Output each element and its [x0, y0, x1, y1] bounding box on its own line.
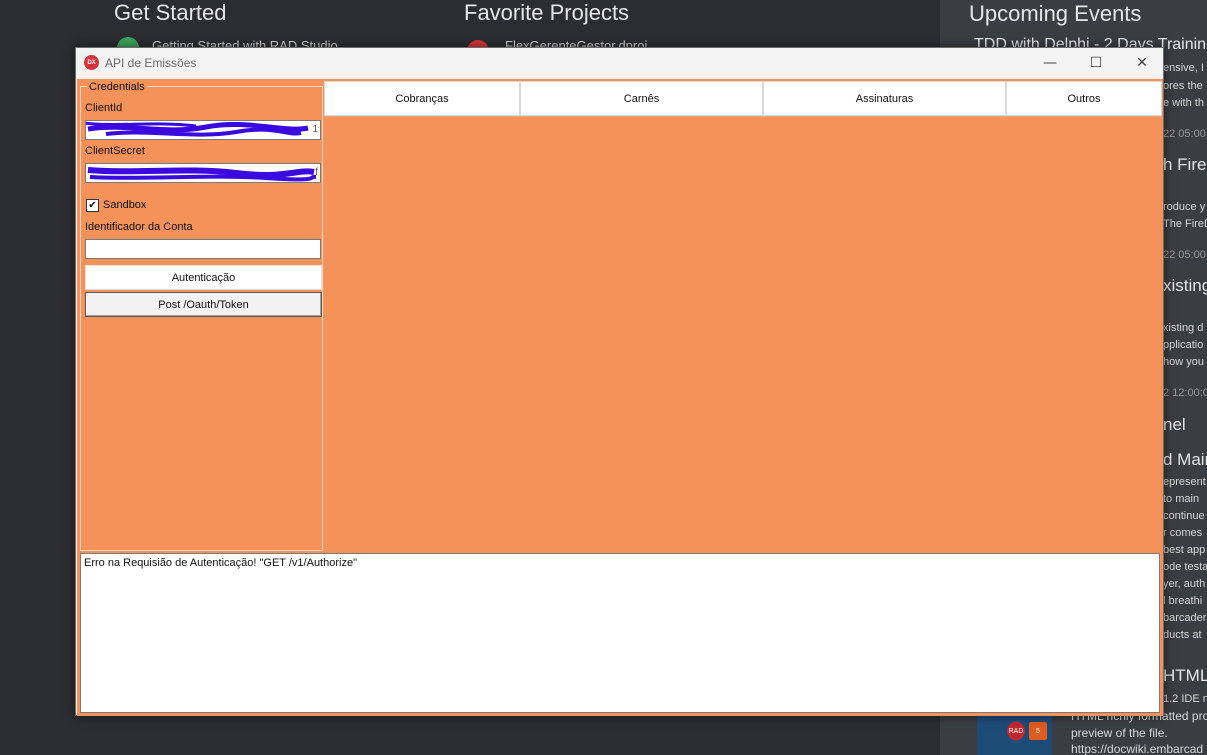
event-text-fragment: l breathi [1163, 595, 1203, 607]
event-text-fragment: xisting d [1163, 322, 1204, 334]
credentials-group: Credentials ClientId 1 ClientSecret f ✔ [80, 81, 323, 551]
api-emissoes-window: DX API de Emissões — ☐ ✕ Credentials Cli… [75, 47, 1164, 716]
get-started-heading: Get Started [114, 0, 227, 25]
app-icon: DX [84, 55, 99, 70]
tab-carnes[interactable]: Carnês [520, 81, 763, 116]
client-id-field[interactable]: 1 [85, 120, 321, 140]
sandbox-checkbox[interactable]: ✔ [86, 199, 99, 212]
authentication-button[interactable]: Autenticação [85, 265, 322, 290]
event-text-fragment: r comes [1163, 527, 1203, 539]
favorite-projects-heading: Favorite Projects [464, 0, 630, 25]
event-text-fragment: HTML [1163, 666, 1207, 685]
event-text-fragment: roduce y [1163, 201, 1206, 213]
minimize-icon: — [1043, 55, 1057, 71]
client-secret-tail: f [315, 167, 318, 178]
event-text-fragment: d Main [1163, 450, 1207, 469]
event-desc-line-2: preview of the file. [1071, 726, 1168, 740]
account-id-field[interactable] [85, 239, 321, 259]
event-link[interactable]: https://docwiki.embarcad [1071, 742, 1203, 755]
event-text-fragment: 22 05:00 [1163, 128, 1206, 140]
client-secret-field[interactable]: f [85, 163, 321, 183]
sandbox-label[interactable]: Sandbox [103, 199, 146, 211]
minimize-button[interactable]: — [1027, 48, 1073, 78]
event-text-fragment: 22 05:00:0 [1163, 249, 1207, 261]
event-text-fragment: yer, auth [1163, 578, 1206, 590]
event-text-fragment: how you [1163, 356, 1204, 368]
event-text-fragment: epresent [1163, 476, 1206, 488]
event-text-fragment: ducts at [1163, 629, 1202, 641]
post-oauth-token-button[interactable]: Post /Oauth/Token [85, 292, 322, 317]
tab-content-divider [323, 116, 1161, 117]
tab-outros[interactable]: Outros [1006, 81, 1162, 116]
event-text-fragment: barcader [1163, 612, 1207, 624]
event-text-fragment: 1.2 IDE n [1163, 693, 1207, 705]
client-id-label: ClientId [85, 102, 123, 114]
event-text-fragment: 2 12:00:0 [1163, 387, 1207, 399]
event-text-fragment: h FireD [1163, 155, 1207, 174]
event-text-fragment: continue [1163, 510, 1205, 522]
log-memo[interactable]: Erro na Requisião de Autenticação! "GET … [80, 553, 1160, 713]
event-text-fragment: nel [1163, 415, 1186, 434]
credentials-caption: Credentials [87, 81, 147, 93]
client-area: Credentials ClientId 1 ClientSecret f ✔ [77, 79, 1163, 716]
window-title: API de Emissões [105, 56, 197, 70]
client-id-tail: 1 [312, 124, 318, 135]
rad-badge: RAD [1007, 722, 1025, 740]
tab-assinaturas[interactable]: Assinaturas [763, 81, 1006, 116]
event-text-fragment: e with th [1163, 97, 1204, 109]
event-text-fragment: ensive, I [1163, 62, 1204, 74]
close-icon: ✕ [1136, 55, 1148, 71]
event-text-fragment: xisting [1163, 276, 1207, 295]
client-secret-label: ClientSecret [85, 145, 145, 157]
html5-icon: 5 [1029, 722, 1047, 740]
maximize-button[interactable]: ☐ [1073, 48, 1119, 78]
event-text-fragment: The FireD [1163, 218, 1207, 230]
redaction-scribble [86, 121, 309, 137]
tab-cobrancas[interactable]: Cobranças [324, 81, 520, 116]
event-text-fragment: ode testa [1163, 561, 1207, 573]
close-button[interactable]: ✕ [1119, 48, 1165, 78]
redaction-scribble [87, 167, 317, 182]
maximize-icon: ☐ [1089, 55, 1103, 71]
event-text-fragment: pplicatio [1163, 339, 1204, 351]
upcoming-events-heading: Upcoming Events [969, 1, 1142, 26]
event-text-fragment: ores the [1163, 80, 1203, 92]
event-text-fragment: to main [1163, 493, 1200, 505]
event-text-fragment: best app [1163, 544, 1206, 556]
log-text: Erro na Requisião de Autenticação! "GET … [84, 557, 357, 569]
account-id-label: Identificador da Conta [85, 221, 193, 233]
title-bar[interactable]: DX API de Emissões — ☐ ✕ [76, 48, 1163, 78]
event-thumbnail: RAD 5 [977, 714, 1052, 755]
